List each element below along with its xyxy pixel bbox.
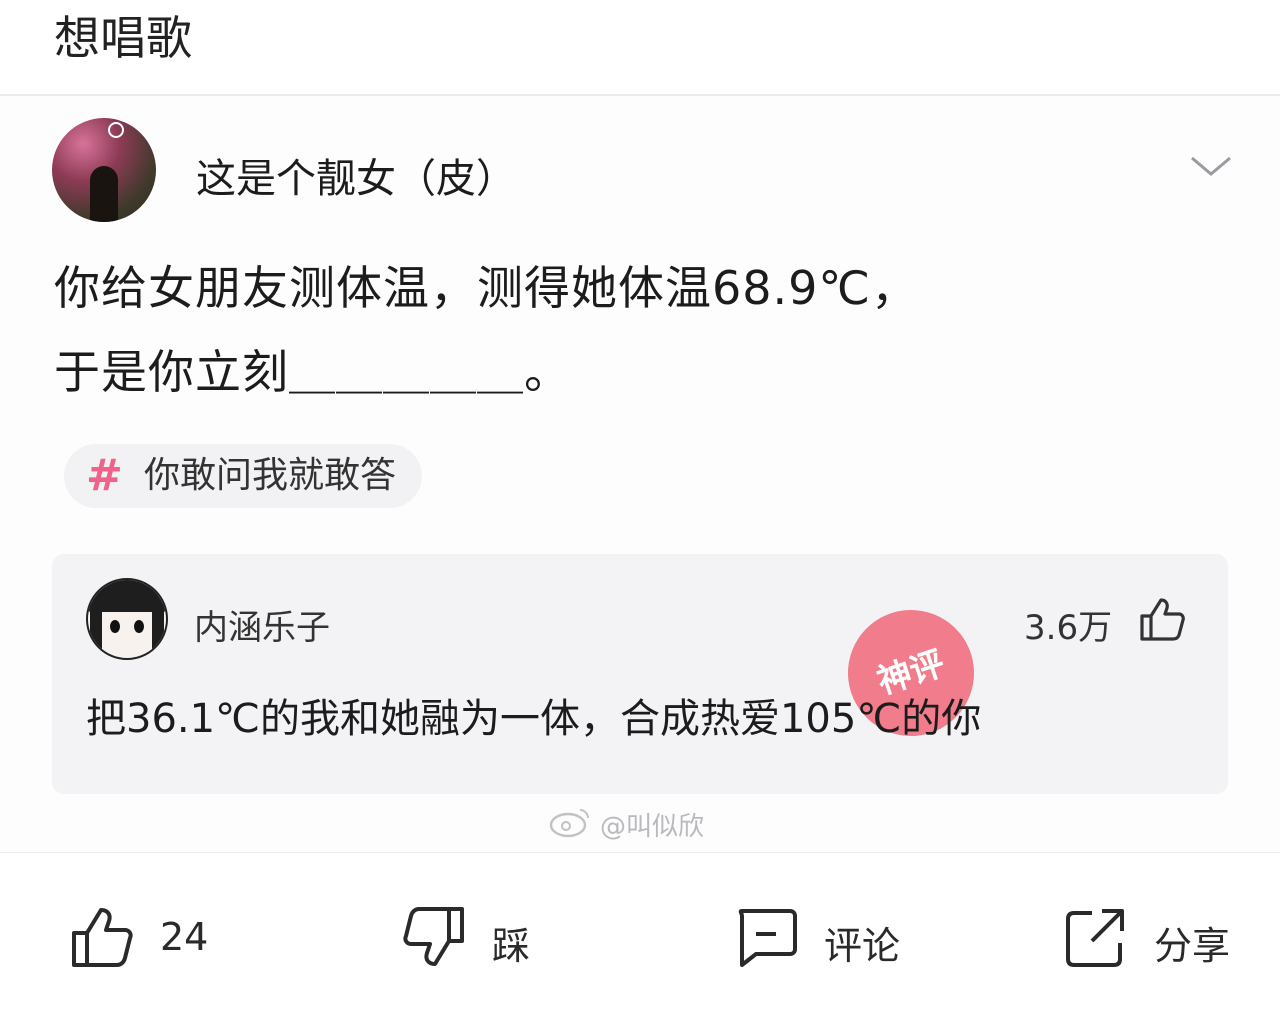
watermark-text: @叫似欣 (600, 812, 705, 842)
weibo-icon (549, 809, 589, 838)
chevron-down-icon[interactable] (1188, 152, 1234, 182)
dislike-label: 踩 (492, 924, 531, 968)
post-text-line1: 你给女朋友测体温，测得她体温68.9℃， (54, 261, 919, 315)
thumbs-down-icon (403, 907, 464, 966)
comment-text: 把36.1℃的我和她融为一体，合成热爱105℃的你 (86, 696, 982, 742)
share-label: 分享 (1154, 924, 1231, 968)
hashtag-icon: # (86, 450, 123, 501)
top-comment[interactable]: 内涵乐子 神评 3.6万 把36.1℃的我和她融为一体，合成热爱105℃的你 (52, 554, 1228, 794)
comment-label: 评论 (824, 924, 901, 968)
topic-tag[interactable]: # 你敢问我就敢答 (64, 444, 423, 508)
commenter-avatar[interactable] (86, 578, 168, 660)
thumbs-up-icon[interactable] (1138, 596, 1186, 642)
post-card: 这是个靓女（皮） 你给女朋友测体温，测得她体温68.9℃， 于是你立刻＿＿＿＿＿… (0, 96, 1280, 852)
share-icon (1066, 909, 1124, 967)
thumbs-up-icon (72, 908, 133, 967)
post-text-line2: 于是你立刻＿＿＿＿＿。 (54, 345, 571, 399)
page-title: 想唱歌 (54, 11, 192, 65)
author-avatar[interactable] (52, 118, 156, 222)
topic-tag-label: 你敢问我就敢答 (144, 455, 397, 496)
like-count: 24 (160, 915, 209, 959)
comment-icon (738, 909, 797, 967)
commenter-name[interactable]: 内涵乐子 (194, 600, 330, 649)
comment-like-count: 3.6万 (1024, 608, 1113, 648)
top-bar: 想唱歌 (0, 0, 1280, 96)
author-name[interactable]: 这是个靓女（皮） (196, 146, 516, 204)
action-bar: 24 踩 评论 分享 (0, 852, 1280, 1031)
